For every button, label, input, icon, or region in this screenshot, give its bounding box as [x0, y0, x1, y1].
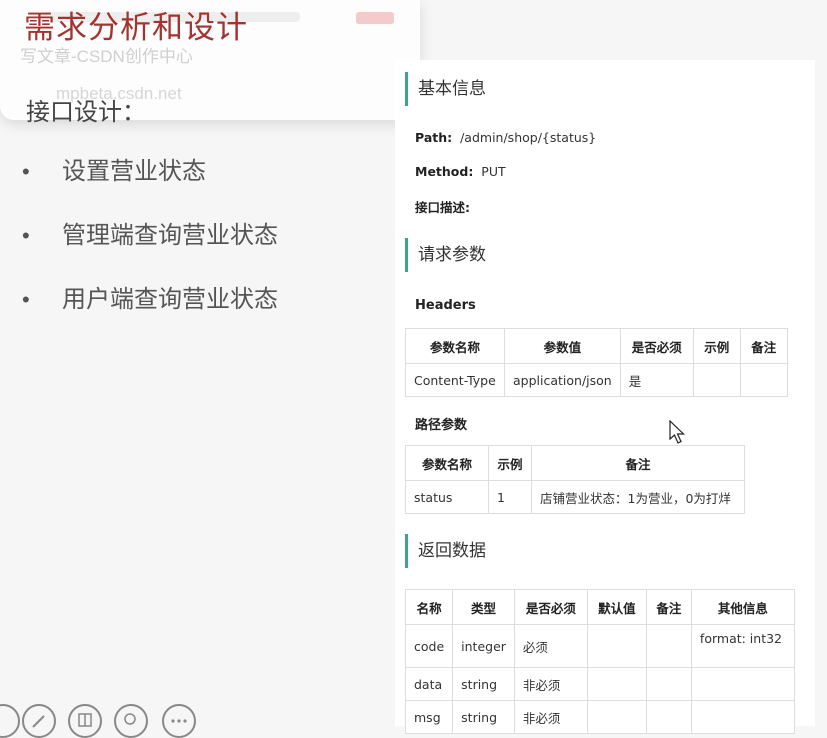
more-icon[interactable]	[162, 704, 196, 738]
popup-red-button	[356, 12, 394, 24]
method-label: Method:	[415, 164, 474, 179]
table-cell	[645, 667, 692, 701]
slide-toolbar	[0, 700, 220, 738]
column-header: 其他信息	[690, 589, 795, 625]
table-cell: msg	[404, 700, 454, 734]
response-table: 名称 类型 是否必须 默认值 备注 其他信息 code integer 必须 f…	[404, 589, 795, 734]
column-header: 参数值	[504, 328, 621, 364]
table-cell: 店铺营业状态：1为营业，0为打烊	[531, 480, 745, 514]
path-params-table: 参数名称 示例 备注 status 1 店铺营业状态：1为营业，0为打烊	[405, 445, 745, 514]
headers-table: 参数名称 参数值 是否必须 示例 备注 Content-Type applica…	[405, 328, 788, 397]
column-header: 是否必须	[513, 589, 588, 625]
table-cell: Content-Type	[405, 363, 505, 397]
column-header: 是否必须	[619, 328, 694, 364]
back-icon[interactable]	[0, 704, 20, 738]
table-row: msg string 非必须	[404, 700, 795, 734]
description-row: 接口描述:	[415, 197, 470, 216]
table-cell: application/json	[504, 363, 621, 397]
table-cell: status	[405, 480, 489, 514]
column-header: 备注	[645, 589, 692, 625]
table-cell	[586, 700, 647, 734]
path-label: Path:	[415, 130, 453, 145]
column-header: 示例	[692, 328, 741, 364]
bullet-text: 设置营业状态	[62, 158, 206, 185]
table-cell: data	[404, 667, 454, 701]
bullet-item: • 设置营业状态	[22, 150, 278, 214]
table-row: code integer 必须 format: int32	[404, 624, 795, 668]
bullet-item: • 用户端查询营业状态	[22, 278, 278, 342]
column-header: 备注	[739, 328, 788, 364]
table-cell	[586, 667, 647, 701]
column-header: 参数名称	[405, 445, 489, 481]
mouse-cursor-icon	[669, 420, 685, 444]
table-cell: string	[452, 667, 515, 701]
response-heading: 返回数据	[405, 534, 486, 568]
column-header: 默认值	[586, 589, 647, 625]
path-value[interactable]: /admin/shop/{status}	[460, 130, 596, 145]
table-row: Content-Type application/json 是	[405, 363, 788, 397]
table-header-row: 名称 类型 是否必须 默认值 备注 其他信息	[404, 589, 795, 625]
bullet-dot: •	[22, 287, 30, 312]
bullet-text: 用户端查询营业状态	[62, 286, 278, 313]
zoom-icon[interactable]	[114, 704, 148, 738]
path-params-label: 路径参数	[415, 418, 468, 433]
bullet-text: 管理端查询营业状态	[62, 222, 278, 249]
table-cell	[692, 363, 741, 397]
basic-info-heading: 基本信息	[405, 72, 486, 106]
table-header-row: 参数名称 参数值 是否必须 示例 备注	[405, 328, 788, 364]
bullet-dot: •	[22, 159, 30, 184]
api-doc-panel: 基本信息 Path: /admin/shop/{status} Method: …	[395, 60, 815, 734]
column-header: 示例	[488, 445, 532, 481]
table-cell: 非必须	[513, 667, 588, 701]
table-cell: 必须	[513, 624, 588, 668]
table-cell: 非必须	[513, 700, 588, 734]
grid-icon[interactable]	[68, 704, 102, 738]
headers-label: Headers	[415, 298, 476, 313]
table-row: data string 非必须	[404, 667, 795, 701]
column-header: 参数名称	[405, 328, 505, 364]
table-cell: integer	[452, 624, 515, 668]
pen-icon[interactable]	[22, 704, 56, 738]
table-cell	[586, 624, 647, 668]
table-cell	[645, 624, 692, 668]
table-cell: format: int32	[690, 624, 795, 668]
table-cell: 1	[488, 480, 532, 514]
table-row: status 1 店铺营业状态：1为营业，0为打烊	[405, 480, 745, 514]
bullet-dot: •	[22, 223, 30, 248]
method-value: PUT	[481, 164, 506, 179]
table-cell	[690, 700, 795, 734]
column-header: 类型	[452, 589, 515, 625]
slide-title: 需求分析和设计	[24, 10, 248, 45]
path-row: Path: /admin/shop/{status}	[415, 130, 596, 145]
bullet-list: • 设置营业状态 • 管理端查询营业状态 • 用户端查询营业状态	[22, 150, 278, 342]
table-cell	[739, 363, 788, 397]
bullet-item: • 管理端查询营业状态	[22, 214, 278, 278]
request-params-heading: 请求参数	[405, 238, 486, 272]
table-cell: code	[404, 624, 454, 668]
table-cell	[645, 700, 692, 734]
table-cell	[690, 667, 795, 701]
slide-subtitle: 接口设计：	[26, 99, 146, 126]
table-header-row: 参数名称 示例 备注	[405, 445, 745, 481]
table-cell: 是	[619, 363, 694, 397]
description-label: 接口描述:	[415, 200, 470, 215]
table-cell: string	[452, 700, 515, 734]
column-header: 备注	[531, 445, 745, 481]
method-row: Method: PUT	[415, 164, 506, 179]
column-header: 名称	[404, 589, 454, 625]
